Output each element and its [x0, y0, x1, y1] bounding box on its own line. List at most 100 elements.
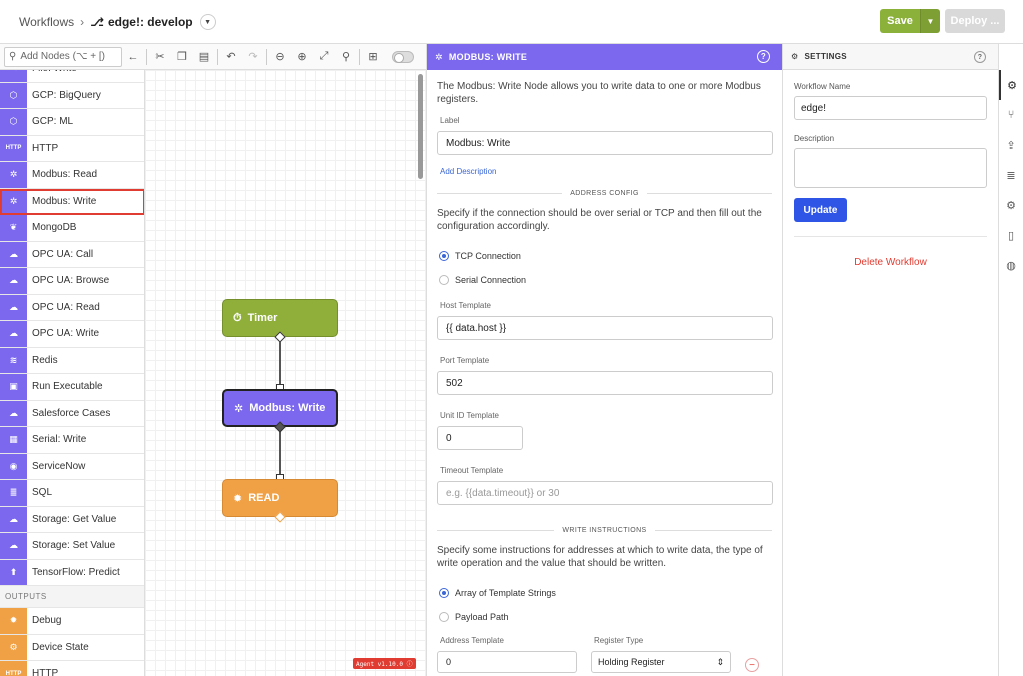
deploy-button[interactable]: Deploy ...	[945, 9, 1005, 33]
node-panel-header: ✲ MODBUS: WRITE ?	[427, 44, 782, 70]
node-label: Timer	[247, 312, 278, 324]
redo-icon[interactable]: ↷	[242, 47, 264, 67]
address-template-input[interactable]: 0	[437, 651, 577, 673]
palette-item-label: HTTP	[32, 142, 59, 154]
palette-item[interactable]: ▦ Serial: Write	[0, 427, 144, 454]
chevron-down-icon[interactable]: ▼	[199, 14, 216, 30]
device-settings-icon[interactable]: ⚙	[999, 190, 1023, 220]
palette-item-label: Modbus: Write	[32, 195, 97, 207]
palette-item[interactable]: ⚙ Device State	[0, 634, 144, 661]
palette-item[interactable]: ✲ Modbus: Write	[0, 188, 144, 215]
storage-icon[interactable]: ≣	[999, 160, 1023, 190]
description-textarea[interactable]	[794, 148, 987, 188]
fit-screen-icon[interactable]: ⤢	[313, 47, 335, 67]
add-description-link[interactable]: Add Description	[440, 167, 772, 176]
serial-connection-radio[interactable]: Serial Connection	[439, 275, 772, 285]
radio-unselected-icon	[439, 275, 449, 285]
palette-item[interactable]: HTTP HTTP	[0, 661, 144, 676]
palette-item[interactable]: ☁ OPC UA: Write	[0, 321, 144, 348]
palette-item[interactable]: ⬡ GCP: ML	[0, 109, 144, 136]
add-comment-icon[interactable]: ⊞	[362, 47, 384, 67]
palette-item[interactable]: ✲ Modbus: Read	[0, 162, 144, 189]
database-icon: ≣	[0, 480, 27, 506]
palette-item[interactable]: ⬡ GCP: BigQuery	[0, 82, 144, 109]
palette-item[interactable]: ❦ MongoDB	[0, 215, 144, 242]
salesforce-icon: ☁	[0, 400, 27, 426]
palette-item[interactable]: ✎File: Write	[0, 70, 144, 83]
search-icon: ⚲	[9, 51, 17, 62]
palette-item[interactable]: HTTP HTTP	[0, 135, 144, 162]
undo-icon[interactable]: ↶	[220, 47, 242, 67]
palette-item[interactable]: ☁ OPC UA: Read	[0, 294, 144, 321]
opcua-icon: ☁	[0, 241, 27, 267]
palette-item-label: Redis	[32, 354, 58, 366]
palette-item[interactable]: ◉ ServiceNow	[0, 453, 144, 480]
agent-version-badge: Agent v1.10.0 ⓘ	[353, 658, 416, 669]
modbus-icon: ✲	[234, 402, 244, 415]
canvas-scrollbar[interactable]	[418, 74, 423, 179]
breadcrumb-workflows-link[interactable]: Workflows	[19, 15, 74, 29]
collapse-palette-icon[interactable]: ←	[122, 47, 144, 67]
radio-label: Serial Connection	[455, 275, 527, 285]
zoom-reset-icon[interactable]: ⚲	[335, 47, 357, 67]
zoom-in-icon[interactable]: ⊕	[291, 47, 313, 67]
globe-icon[interactable]: ◍	[999, 250, 1023, 280]
host-template-input[interactable]: {{ data.host }}	[437, 316, 773, 340]
paste-icon[interactable]: ▤	[193, 47, 215, 67]
palette-item[interactable]: ≋ Redis	[0, 347, 144, 374]
palette-item[interactable]: ☁ Salesforce Cases	[0, 400, 144, 427]
settings-title: SETTINGS	[804, 52, 847, 61]
unit-id-template-input[interactable]: 0	[437, 426, 523, 450]
register-type-value: Holding Register	[598, 657, 665, 667]
mobile-icon[interactable]: ▯	[999, 220, 1023, 250]
servicenow-icon: ◉	[0, 453, 27, 479]
copy-icon[interactable]: ❐	[171, 47, 193, 67]
palette-item[interactable]: ☁ Storage: Set Value	[0, 533, 144, 560]
cut-icon[interactable]: ✂	[149, 47, 171, 67]
port-template-label: Port Template	[440, 356, 490, 365]
terminal-icon: ▣	[0, 374, 27, 400]
section-title: ADDRESS CONFIG	[570, 190, 639, 197]
settings-gear-icon[interactable]: ⚙	[999, 70, 1023, 100]
palette-item[interactable]: ✹ Debug	[0, 608, 144, 635]
write-instructions-description: Specify some instructions for addresses …	[437, 545, 763, 569]
label-input[interactable]: Modbus: Write	[437, 131, 773, 155]
write-instructions-divider: WRITE INSTRUCTIONS	[437, 527, 773, 534]
add-nodes-search[interactable]: ⚲ Add Nodes (⌥ + [)	[4, 46, 122, 67]
branch-selector[interactable]: ⎇ edge!: develop ▼	[90, 14, 216, 30]
palette-item[interactable]: ≣ SQL	[0, 480, 144, 507]
palette-item[interactable]: ☁ Storage: Get Value	[0, 506, 144, 533]
remove-instruction-icon[interactable]: −	[745, 658, 759, 672]
save-options-chevron-icon[interactable]: ▼	[920, 9, 940, 33]
branch-icon: ⎇	[90, 15, 104, 29]
connection-wire[interactable]	[279, 428, 281, 478]
connection-wire[interactable]	[279, 338, 281, 388]
palette-item-label: Debug	[32, 615, 62, 627]
tcp-connection-radio[interactable]: TCP Connection	[439, 251, 772, 261]
save-button[interactable]: Save	[880, 9, 920, 33]
palette-item[interactable]: ▣ Run Executable	[0, 374, 144, 401]
export-icon[interactable]: ⇪	[999, 130, 1023, 160]
workflow-canvas[interactable]: ⏱ Timer ✲ Modbus: Write ✹ READ Agent v1.…	[145, 70, 426, 676]
help-icon[interactable]: ?	[757, 50, 770, 63]
zoom-out-icon[interactable]: ⊖	[269, 47, 291, 67]
update-button[interactable]: Update	[794, 198, 847, 222]
palette-item[interactable]: ⬆ TensorFlow: Predict	[0, 559, 144, 586]
radio-label: Array of Template Strings	[455, 588, 556, 598]
workflow-name-input[interactable]: edge!	[794, 96, 987, 120]
branch-icon[interactable]: ⑂	[999, 100, 1023, 130]
timeout-template-input[interactable]: e.g. {{data.timeout}} or 30	[437, 481, 773, 505]
array-template-strings-radio[interactable]: Array of Template Strings	[439, 588, 772, 598]
palette-item-label: GCP: ML	[32, 116, 74, 128]
register-type-select[interactable]: Holding Register ⇕	[591, 651, 731, 673]
redis-icon: ≋	[0, 347, 27, 373]
port-template-input[interactable]: 502	[437, 371, 773, 395]
canvas-toggle[interactable]	[392, 50, 414, 63]
palette-item[interactable]: ☁ OPC UA: Browse	[0, 268, 144, 295]
delete-workflow-link[interactable]: Delete Workflow	[794, 257, 987, 268]
help-icon[interactable]: ?	[974, 51, 986, 63]
description-label: Description	[794, 134, 835, 143]
select-arrows-icon: ⇕	[716, 656, 724, 667]
palette-item[interactable]: ☁ OPC UA: Call	[0, 241, 144, 268]
payload-path-radio[interactable]: Payload Path	[439, 612, 772, 622]
